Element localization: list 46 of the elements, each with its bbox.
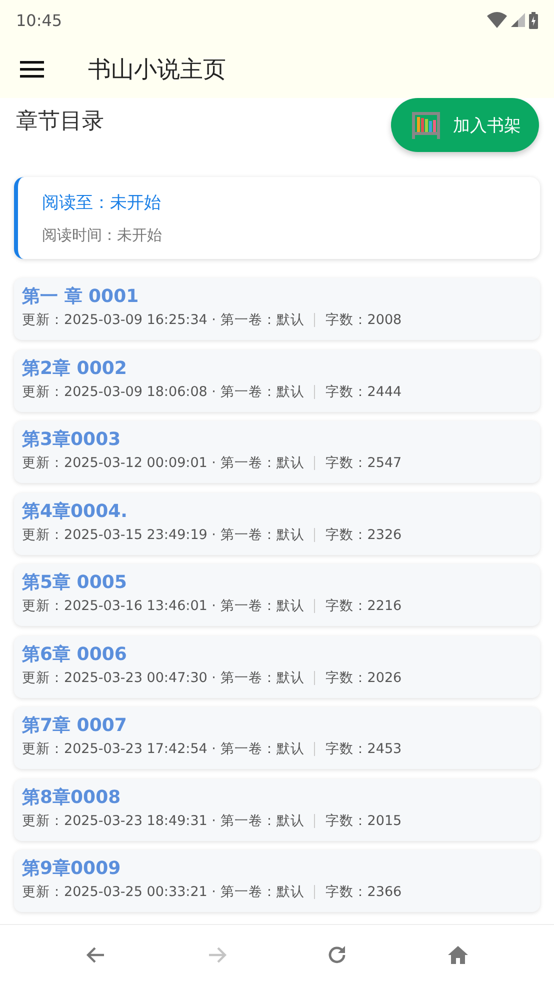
chapter-info: 更新：2025-03-09 16:25:34 · 第一卷：默认 [22, 311, 304, 329]
battery-icon [529, 12, 538, 28]
reading-position: 阅读至：未开始 [42, 192, 162, 214]
chapter-item[interactable]: 第2章 0002 更新：2025-03-09 18:06:08 · 第一卷：默认 字数：2444 [14, 350, 540, 412]
chapter-item[interactable]: 第一 章 0001 更新：2025-03-09 16:25:34 · 第一卷：默认 字数：2008 [14, 278, 540, 340]
chapter-title: 第9章0009 [22, 857, 122, 880]
bookshelf-icon [411, 111, 441, 139]
chapter-item[interactable]: 第6章 0006 更新：2025-03-23 00:47:30 · 第一卷：默认 字数：2026 [14, 636, 540, 698]
chapter-title: 第5章 0005 [22, 571, 128, 594]
chapter-info: 更新：2025-03-09 18:06:08 · 第一卷：默认 [22, 382, 304, 400]
menu-icon[interactable] [20, 59, 46, 79]
chapter-item[interactable]: 第3章0003 更新：2025-03-12 00:09:01 · 第一卷：默认 字数：2547 [14, 421, 540, 483]
chapter-info: 更新：2025-03-23 00:47:30 · 第一卷：默认 [22, 668, 304, 686]
chapter-title: 第7章 0007 [22, 714, 128, 737]
word-count: 字数：2015 [325, 812, 402, 830]
chapter-info: 更新：2025-03-23 18:49:31 · 第一卷：默认 [22, 812, 304, 830]
reading-time: 阅读时间：未开始 [42, 226, 163, 245]
word-count: 字数：2444 [325, 382, 402, 400]
chapter-item[interactable]: 第9章0009 更新：2025-03-25 00:33:21 · 第一卷：默认 字数：2366 [14, 850, 540, 912]
word-count: 字数：2008 [325, 311, 402, 329]
chapter-item[interactable]: 第4章0004. 更新：2025-03-15 23:49:19 · 第一卷：默认 字数：2326 [14, 492, 540, 554]
word-count: 字数：2366 [325, 883, 402, 901]
word-count: 字数：2026 [325, 668, 402, 686]
chapter-info: 更新：2025-03-16 13:46:01 · 第一卷：默认 [22, 597, 304, 615]
wifi-icon [487, 12, 507, 28]
chapter-title: 第3章0003 [22, 428, 122, 451]
chapter-title: 第4章0004. [22, 500, 128, 522]
chapter-title: 第8章0008 [22, 786, 122, 808]
chapter-title: 第6章 0006 [22, 642, 128, 666]
chapter-item[interactable]: 第5章 0005 更新：2025-03-16 13:46:01 · 第一卷：默认 字数：2216 [14, 564, 540, 626]
chapter-info: 更新：2025-03-12 00:09:01 · 第一卷：默认 [22, 454, 304, 472]
chapter-info: 更新：2025-03-23 17:42:54 · 第一卷：默认 [22, 740, 304, 758]
word-count: 字数：2547 [325, 454, 402, 472]
status-time: 10:45 [16, 10, 62, 30]
chapter-item[interactable]: 第7章 0007 更新：2025-03-23 17:42:54 · 第一卷：默认 字数：2453 [14, 707, 540, 769]
word-count: 字数：2326 [325, 526, 402, 544]
chapter-info: 更新：2025-03-15 23:49:19 · 第一卷：默认 [22, 526, 304, 544]
word-count: 字数：2453 [325, 740, 402, 758]
chapter-info: 更新：2025-03-25 00:33:21 · 第一卷：默认 [22, 883, 304, 901]
chapter-title: 第一 章 0001 [22, 285, 140, 308]
signal-icon [511, 13, 525, 27]
chapter-title: 第2章 0002 [22, 356, 128, 380]
section-heading: 章节目录 [16, 108, 104, 136]
word-count: 字数：2216 [325, 597, 402, 615]
chapter-item[interactable]: 第8章0008 更新：2025-03-23 18:49:31 · 第一卷：默认 字数：2015 [14, 778, 540, 840]
app-title: 书山小说主页 [88, 56, 226, 84]
